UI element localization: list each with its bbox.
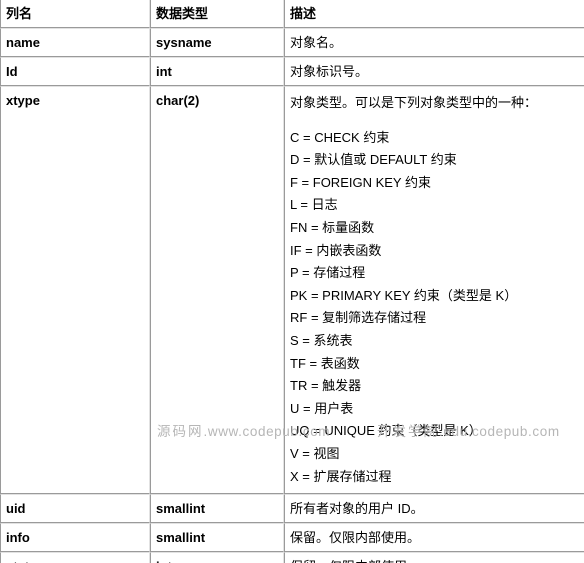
row-column-name: Id (0, 57, 150, 86)
row-description: 对象名。 (284, 28, 584, 57)
table-row: status int 保留。仅限内部使用。 (0, 552, 584, 563)
xtype-list-item: IF = 内嵌表函数 (290, 242, 382, 258)
table-header-row: 列名 数据类型 描述 (0, 0, 584, 28)
xtype-list-item: TF = 表函数 (290, 355, 360, 371)
table-row: Id int 对象标识号。 (0, 57, 584, 86)
table-body: 列名 数据类型 描述 name sysname 对象名。 Id int 对象标识… (0, 0, 584, 563)
row-data-type: sysname (150, 28, 284, 57)
row-description: 所有者对象的用户 ID。 (284, 494, 584, 524)
xtype-list-item: RF = 复制筛选存储过程 (290, 310, 427, 326)
row-column-name: info (0, 523, 150, 553)
xtype-list-item: FN = 标量函数 (290, 219, 375, 235)
header-description: 描述 (284, 0, 584, 28)
xtype-list-item: V = 视图 (290, 445, 340, 461)
xtype-list-item: P = 存储过程 (290, 265, 366, 281)
table-row-xtype: xtype char(2) 对象类型。可以是下列对象类型中的一种： C = CH… (0, 86, 584, 495)
xtype-list-item: UQ = UNIQUE 约束（类型是 K） (290, 423, 482, 439)
table-row: uid smallint 所有者对象的用户 ID。 (0, 494, 584, 524)
row-column-name: name (0, 28, 150, 57)
xtype-list-item: TR = 触发器 (290, 378, 362, 394)
xtype-list-item: C = CHECK 约束 (290, 129, 390, 145)
row-data-type: int (150, 552, 284, 563)
row-description: 对象类型。可以是下列对象类型中的一种： C = CHECK 约束 D = 默认值或… (284, 86, 584, 495)
header-column-name: 列名 (0, 0, 150, 28)
xtype-list-item: F = FOREIGN KEY 约束 (290, 174, 431, 190)
xtype-list-item: PK = PRIMARY KEY 约束（类型是 K） (290, 287, 518, 303)
xtype-list-item: X = 扩展存储过程 (290, 468, 392, 484)
xtype-list-item: L = 日志 (290, 197, 338, 213)
xtype-spacer (290, 115, 584, 127)
xtype-list-item: S = 系统表 (290, 332, 353, 348)
xtype-list-item: D = 默认值或 DEFAULT 约束 (290, 152, 457, 168)
row-data-type: smallint (150, 494, 284, 524)
sysobjects-columns-table: 列名 数据类型 描述 name sysname 对象名。 Id int 对象标识… (0, 0, 584, 563)
row-description: 保留。仅限内部使用。 (284, 552, 584, 563)
row-description: 对象标识号。 (284, 57, 584, 86)
row-column-name: xtype (0, 86, 150, 495)
page-root: 列名 数据类型 描述 name sysname 对象名。 Id int 对象标识… (0, 0, 584, 563)
table-row: name sysname 对象名。 (0, 28, 584, 57)
row-data-type: char(2) (150, 86, 284, 495)
table-row: info smallint 保留。仅限内部使用。 (0, 523, 584, 553)
row-data-type: int (150, 57, 284, 86)
xtype-list-item: U = 用户表 (290, 400, 354, 416)
row-column-name: status (0, 552, 150, 563)
xtype-intro-text: 对象类型。可以是下列对象类型中的一种： (290, 95, 538, 110)
header-data-type: 数据类型 (150, 0, 284, 28)
row-data-type: smallint (150, 523, 284, 553)
xtype-value-list: C = CHECK 约束 D = 默认值或 DEFAULT 约束 F = FOREI… (290, 127, 584, 489)
row-column-name: uid (0, 494, 150, 524)
row-description: 保留。仅限内部使用。 (284, 523, 584, 553)
